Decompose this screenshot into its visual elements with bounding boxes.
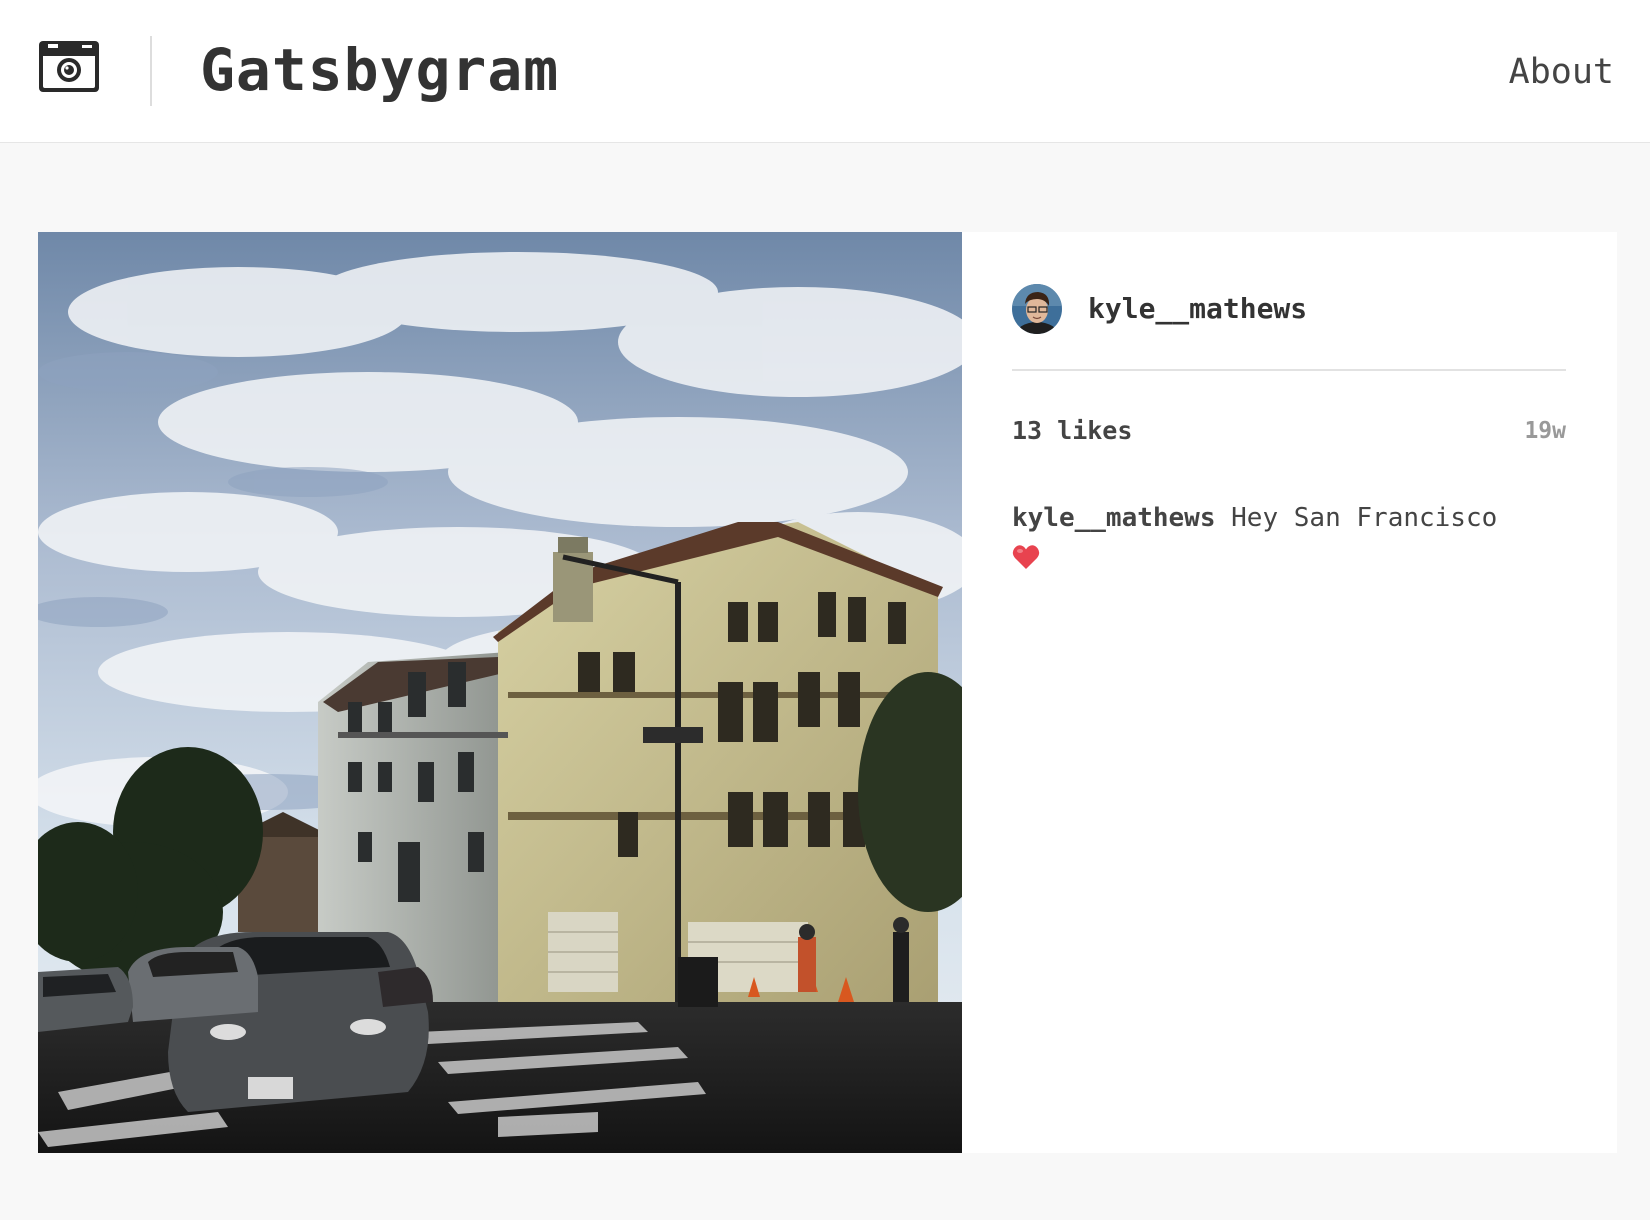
header-divider	[150, 36, 152, 106]
post-author: kyle__mathews	[1012, 284, 1566, 334]
camera-icon[interactable]	[38, 40, 100, 93]
nav-about-link[interactable]: About	[1509, 48, 1614, 96]
post-photo[interactable]	[38, 232, 962, 1153]
caption-username[interactable]: kyle__mathews	[1012, 503, 1216, 533]
caption-text: Hey San Francisco	[1231, 503, 1498, 533]
heart-icon	[1012, 544, 1040, 570]
brand-title[interactable]: Gatsbygram	[200, 30, 559, 110]
details-divider	[1012, 369, 1566, 371]
site-header: Gatsbygram About	[0, 0, 1650, 143]
likes-count: 13 likes	[1012, 416, 1133, 445]
avatar[interactable]	[1012, 284, 1062, 334]
post-details: kyle__mathews 13 likes 19w kyle__mathews…	[962, 232, 1617, 1153]
author-username[interactable]: kyle__mathews	[1088, 290, 1307, 328]
post-age: 19w	[1524, 418, 1566, 444]
post-caption: kyle__mathews Hey San Francisco	[1012, 500, 1566, 572]
